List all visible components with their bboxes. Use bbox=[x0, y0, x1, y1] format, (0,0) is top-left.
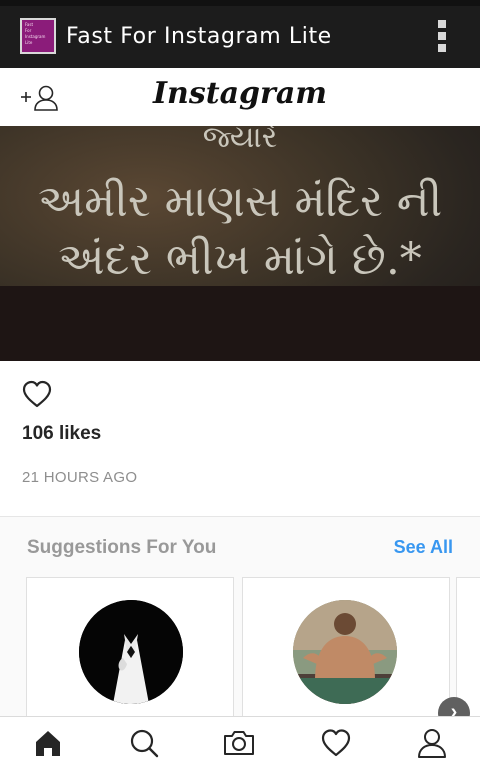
heart-icon[interactable] bbox=[320, 727, 352, 759]
app-title: Fast For Instagram Lite bbox=[66, 24, 332, 49]
suggestion-card[interactable] bbox=[242, 577, 450, 716]
post-image-text-line: અમીર માણસ મંદિર ની bbox=[37, 176, 443, 227]
profile-icon[interactable] bbox=[416, 727, 448, 759]
app-bar: Fast For Instagram Lite Fast For Instagr… bbox=[0, 0, 480, 68]
see-all-link[interactable]: See All bbox=[394, 537, 453, 558]
bottom-nav bbox=[0, 716, 480, 766]
post-image[interactable]: જ્યારે અમીર માણસ મંદિર ની અંદર ભીખ માંગે… bbox=[0, 126, 480, 361]
heart-icon[interactable] bbox=[22, 380, 52, 408]
overflow-menu-icon[interactable] bbox=[432, 20, 452, 52]
app-icon: Fast For Instagram Lite bbox=[20, 18, 56, 54]
app-icon-text-2: For bbox=[25, 28, 32, 33]
add-person-icon[interactable] bbox=[18, 84, 62, 112]
post-timestamp: 21 HOURS AGO bbox=[22, 469, 138, 486]
app-icon-text-4: Lite bbox=[25, 40, 33, 45]
person-photo-avatar[interactable] bbox=[293, 600, 397, 704]
camera-icon[interactable] bbox=[222, 727, 254, 759]
status-strip bbox=[0, 0, 480, 6]
suggestions-title: Suggestions For You bbox=[27, 537, 217, 558]
instagram-logo[interactable]: Instagram bbox=[0, 76, 480, 111]
suggestion-card[interactable] bbox=[456, 577, 480, 716]
app-icon-text-1: Fast bbox=[25, 22, 34, 27]
suggestions-section: Suggestions For You See All › bbox=[0, 516, 480, 716]
post-image-text-line: જ્યારે bbox=[202, 126, 278, 155]
search-icon[interactable] bbox=[128, 727, 160, 759]
likes-count[interactable]: 106 likes bbox=[22, 423, 101, 445]
suggestion-card[interactable] bbox=[26, 577, 234, 716]
post-image-text-line: અંદર ભીખ માંગે છે.* bbox=[58, 234, 422, 285]
instagram-header: Instagram bbox=[0, 68, 480, 126]
post-image-shadow bbox=[0, 286, 480, 361]
home-icon[interactable] bbox=[32, 727, 64, 759]
app-icon-text-3: Instagram bbox=[25, 34, 46, 39]
tuxedo-avatar[interactable] bbox=[79, 600, 183, 704]
